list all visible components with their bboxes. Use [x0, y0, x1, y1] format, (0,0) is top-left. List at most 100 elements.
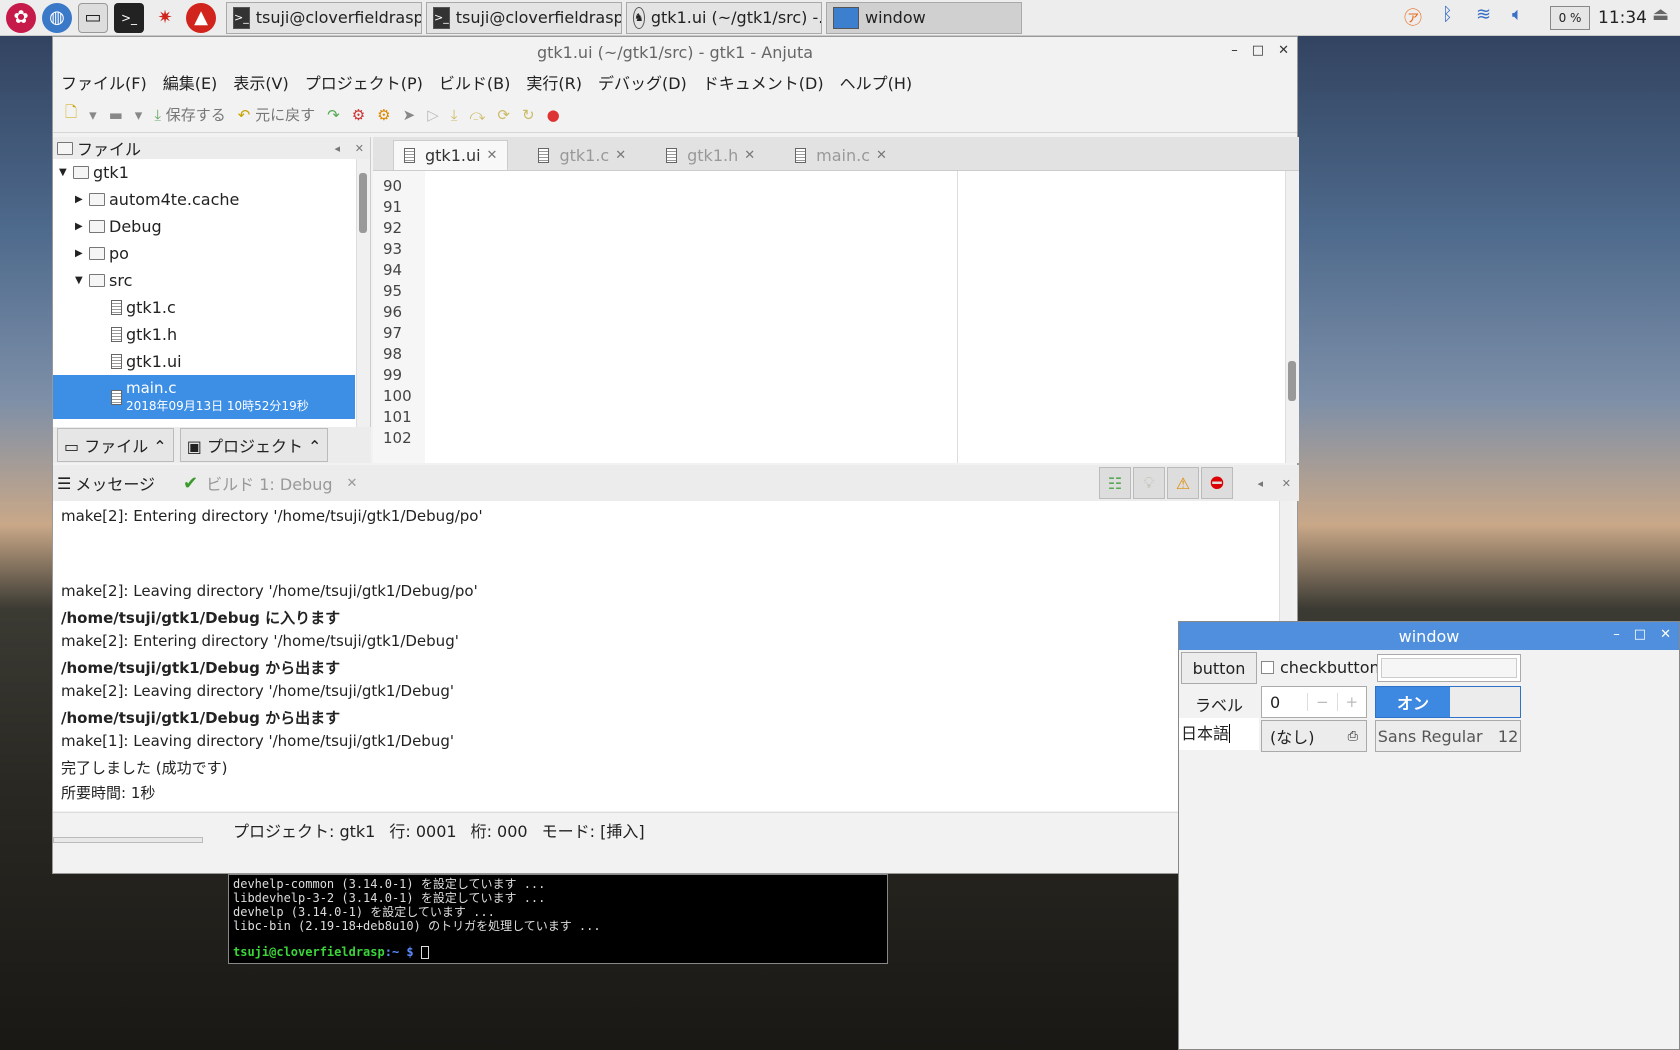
filter-error-icon[interactable]: ⛔︎ [1201, 467, 1233, 499]
filter-normal-icon[interactable]: ☷ [1099, 467, 1131, 499]
dock-icon[interactable]: ◂ [1257, 477, 1263, 490]
gtk-font-button[interactable]: Sans Regular 12 [1375, 720, 1521, 752]
increment-icon[interactable]: + [1336, 693, 1366, 711]
switch-knob[interactable] [1450, 687, 1520, 717]
decrement-icon[interactable]: − [1307, 693, 1336, 711]
close-tab-icon[interactable]: ✕ [744, 148, 755, 163]
menu-help[interactable]: ヘルプ(H) [840, 70, 913, 94]
menu-document[interactable]: ドキュメント(D) [703, 70, 824, 94]
gtk-checkbutton[interactable]: checkbutton [1261, 658, 1380, 677]
input-method-icon[interactable]: ㋐ [1404, 4, 1422, 30]
tab-gtk1-c[interactable]: gtk1.c ✕ [528, 140, 636, 170]
step-out-icon[interactable]: ⟳ [497, 106, 510, 124]
expander-open-icon[interactable]: ▼ [75, 275, 89, 286]
gtk-entry-empty[interactable] [1377, 654, 1521, 682]
tab-project[interactable]: ▣ プロジェクト ⌃ [179, 428, 329, 462]
eject-icon[interactable]: ⏏ [1652, 4, 1669, 25]
tree-item-gtk1-ui[interactable]: gtk1.ui [53, 348, 355, 375]
taskbar-task-terminal-2[interactable]: >_ tsuji@cloverfieldrasp... [426, 1, 622, 34]
code-view[interactable] [431, 171, 955, 463]
expander-closed-icon[interactable]: ▶ [75, 221, 89, 232]
anjuta-titlebar[interactable]: gtk1.ui (~/gtk1/src) - gtk1 - Anjuta – □… [53, 37, 1297, 67]
menu-debug[interactable]: デバッグ(D) [598, 70, 687, 94]
build-icon[interactable]: ⚙ [352, 106, 365, 124]
close-icon[interactable]: ✕ [1660, 627, 1671, 642]
file-manager-icon[interactable]: ▭ [78, 2, 108, 33]
volume-icon[interactable]: 🔈︎ [1512, 4, 1523, 25]
tab-gtk1-h[interactable]: gtk1.h ✕ [656, 140, 765, 170]
gtk-spinbutton[interactable]: 0 − + [1261, 686, 1367, 718]
tree-item-gtk1-c[interactable]: gtk1.c [53, 294, 355, 321]
menu-file[interactable]: ファイル(F) [61, 70, 147, 94]
close-tab-icon[interactable]: ✕ [615, 148, 626, 163]
breakpoint-icon[interactable]: ● [547, 106, 560, 124]
tab-main-c[interactable]: main.c ✕ [785, 140, 897, 170]
send-icon[interactable]: ➤ [403, 106, 416, 124]
menu-edit[interactable]: 編集(E) [163, 70, 218, 94]
file-tree-scrollbar[interactable] [356, 159, 370, 427]
undo-button[interactable]: ↶ 元に戻す [238, 104, 315, 125]
close-icon[interactable]: ✕ [355, 142, 364, 155]
folder-icon [57, 141, 73, 155]
filter-info-icon[interactable]: 💡︎ [1133, 467, 1165, 499]
tree-item-autom4te[interactable]: ▶ autom4te.cache [53, 186, 355, 213]
maximize-icon[interactable]: □ [1252, 43, 1264, 58]
save-button[interactable]: ⤓ 保存する [154, 104, 225, 125]
build-all-icon[interactable]: ⚙ [377, 106, 390, 124]
expander-open-icon[interactable]: ▼ [59, 167, 73, 178]
maximize-icon[interactable]: □ [1634, 627, 1646, 642]
dock-icon[interactable]: ◂ [334, 142, 340, 155]
menu-project[interactable]: プロジェクト(P) [305, 70, 423, 94]
checkbox-icon[interactable] [1261, 661, 1274, 674]
menu-run[interactable]: 実行(R) [526, 70, 582, 94]
chevron-down-icon[interactable]: ▾ [89, 106, 97, 124]
tree-item-gtk1-h[interactable]: gtk1.h [53, 321, 355, 348]
build-tab[interactable]: ビルド 1: Debug [206, 471, 332, 495]
gtk-button[interactable]: button [1181, 652, 1257, 684]
browser-icon[interactable]: ◍ [42, 2, 72, 33]
close-icon[interactable]: ✕ [1282, 477, 1291, 490]
gtk-switch[interactable]: オン [1375, 686, 1521, 718]
chevron-down-icon[interactable]: ▾ [135, 106, 143, 124]
menu-view[interactable]: 表示(V) [233, 70, 288, 94]
wifi-icon[interactable]: ≋ [1476, 4, 1491, 25]
gtk-text-view[interactable]: 日本語 [1179, 718, 1259, 750]
redo-icon[interactable]: ↷ [327, 106, 340, 124]
taskbar-task-window[interactable]: window [826, 1, 1022, 34]
tree-item-gtk1[interactable]: ▼ gtk1 [53, 159, 355, 186]
terminal-icon[interactable]: >_ [114, 2, 144, 33]
menu-build[interactable]: ビルド(B) [439, 70, 510, 94]
tree-item-src[interactable]: ▼ src [53, 267, 355, 294]
open-folder-icon[interactable]: ▬ [109, 106, 123, 124]
step-in-icon[interactable]: ⤓ [451, 106, 458, 124]
wolfram-icon[interactable]: ▲ [186, 2, 216, 33]
tree-item-po[interactable]: ▶ po [53, 240, 355, 267]
mathematica-icon[interactable]: ✷ [150, 3, 180, 33]
tree-item-main-c[interactable]: main.c 2018年09月13日 10時52分19秒 [53, 375, 355, 419]
bluetooth-icon[interactable]: ᛒ [1442, 4, 1453, 25]
taskbar-task-terminal-1[interactable]: >_ tsuji@cloverfieldrasp... [226, 1, 422, 34]
run-icon[interactable]: ▷ [427, 106, 439, 124]
expander-closed-icon[interactable]: ▶ [75, 194, 89, 205]
close-tab-icon[interactable]: ✕ [876, 148, 887, 163]
editor-scrollbar[interactable] [1285, 171, 1299, 463]
close-icon[interactable]: ✕ [1278, 43, 1289, 58]
raspberry-menu-icon[interactable]: ✿ [6, 2, 36, 33]
gtk-file-chooser-button[interactable]: (なし) ⎙ [1261, 720, 1367, 752]
terminal-window[interactable]: devhelp-common (3.14.0-1) を設定しています ... l… [228, 874, 888, 964]
close-tab-icon[interactable]: ✕ [347, 476, 358, 491]
minimize-icon[interactable]: – [1231, 43, 1238, 58]
filter-warning-icon[interactable]: ⚠ [1167, 467, 1199, 499]
expander-closed-icon[interactable]: ▶ [75, 248, 89, 259]
continue-icon[interactable]: ↻ [522, 106, 535, 124]
minimize-icon[interactable]: – [1613, 627, 1620, 642]
gtk-titlebar[interactable]: window – □ ✕ [1179, 622, 1679, 650]
tab-gtk1-ui[interactable]: gtk1.ui ✕ [393, 140, 509, 170]
tab-files[interactable]: ▭ ファイル ⌃ [57, 428, 174, 462]
close-tab-icon[interactable]: ✕ [487, 148, 498, 163]
new-file-icon[interactable]: 🗋︎ [65, 102, 77, 127]
step-over-icon[interactable]: ⤼ [469, 106, 485, 124]
tree-item-debug[interactable]: ▶ Debug [53, 213, 355, 240]
gtk-window: window – □ ✕ button checkbutton ラベル 0 − … [1178, 621, 1680, 1050]
taskbar-task-anjuta[interactable]: ♞ gtk1.ui (~/gtk1/src) -... [626, 1, 822, 34]
